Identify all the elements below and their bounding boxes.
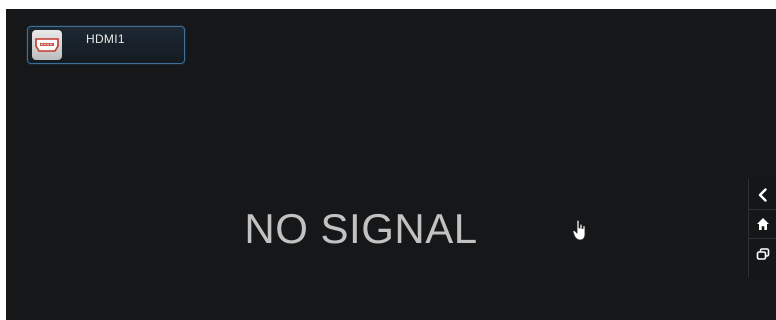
input-source-badge[interactable]: HDMI1 bbox=[27, 26, 185, 64]
back-button[interactable] bbox=[749, 184, 776, 210]
tv-screen: HDMI1 NO SIGNAL bbox=[6, 9, 776, 320]
hdmi-port-icon bbox=[32, 30, 62, 60]
navigation-strip bbox=[748, 179, 776, 277]
recent-apps-icon bbox=[756, 246, 770, 265]
home-button[interactable] bbox=[749, 213, 776, 239]
no-signal-message: NO SIGNAL bbox=[244, 205, 478, 252]
recent-apps-button[interactable] bbox=[749, 242, 776, 268]
home-icon bbox=[756, 216, 770, 235]
chevron-left-icon bbox=[757, 187, 769, 206]
hand-pointer-icon bbox=[572, 219, 588, 241]
input-source-label: HDMI1 bbox=[86, 32, 125, 46]
